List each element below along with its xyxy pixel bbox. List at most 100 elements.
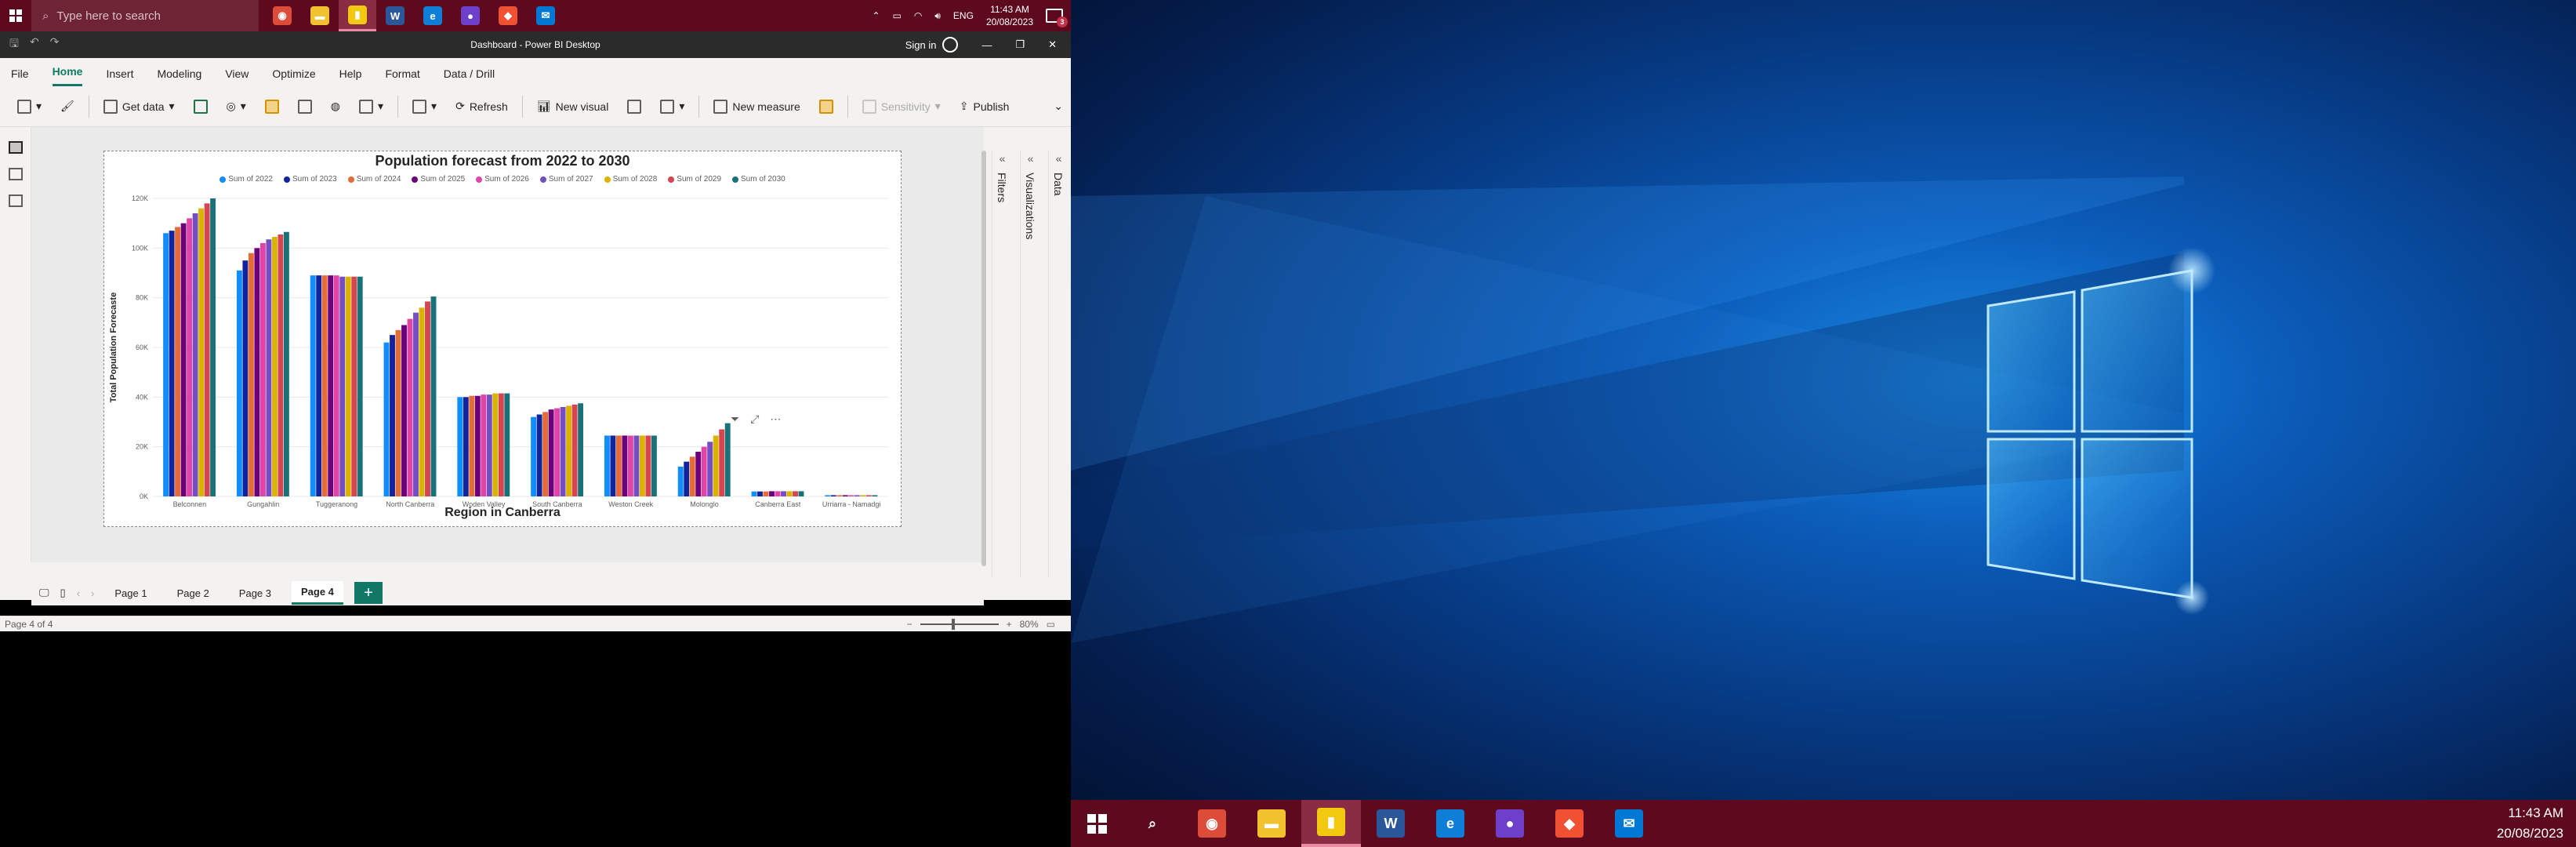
bar[interactable] <box>463 397 469 496</box>
bar[interactable] <box>430 296 437 496</box>
legend-item[interactable]: Sum of 2022 <box>220 175 273 184</box>
bar[interactable] <box>419 307 425 496</box>
bar[interactable] <box>413 312 419 496</box>
bar[interactable] <box>345 276 351 496</box>
clock[interactable]: 11:43 AM 20/08/2023 <box>2497 803 2576 844</box>
bar[interactable] <box>198 208 205 496</box>
bar[interactable] <box>492 393 499 496</box>
menu-data-drill[interactable]: Data / Drill <box>444 67 495 86</box>
restore-icon[interactable]: ❐ <box>1015 38 1025 51</box>
legend-item[interactable]: Sum of 2026 <box>476 175 529 184</box>
quick-measure-button[interactable] <box>815 94 838 119</box>
bar[interactable] <box>724 423 731 496</box>
bar[interactable] <box>786 491 793 496</box>
bar[interactable] <box>757 491 763 496</box>
bar[interactable] <box>481 394 487 496</box>
menu-home[interactable]: Home <box>52 65 83 86</box>
page-tab-1[interactable]: Page 1 <box>105 583 156 604</box>
legend-item[interactable]: Sum of 2027 <box>539 175 593 184</box>
bar[interactable] <box>842 495 848 496</box>
chevron-left-icon[interactable]: « <box>1021 151 1040 165</box>
bar[interactable] <box>259 243 266 496</box>
undo-icon[interactable]: ↶ <box>30 35 39 54</box>
more-options-icon[interactable]: ⋯ <box>770 413 781 426</box>
taskbar-app-chrome[interactable]: ◉ <box>263 0 301 31</box>
publish-button[interactable]: ⇪ Publish <box>955 94 1014 119</box>
recent-sources-button[interactable]: ▾ <box>354 94 388 119</box>
bar[interactable] <box>571 404 578 496</box>
start-button[interactable] <box>0 0 31 31</box>
bar[interactable] <box>383 342 390 496</box>
prev-page-icon[interactable]: ‹ <box>77 587 80 599</box>
bar[interactable] <box>316 275 322 496</box>
bar[interactable] <box>627 435 633 496</box>
collapse-ribbon-icon[interactable]: ⌄ <box>1054 100 1071 113</box>
bar[interactable] <box>236 270 242 496</box>
zoom-in-icon[interactable]: + <box>1007 619 1012 630</box>
bar[interactable] <box>321 275 328 496</box>
taskbar-app-word[interactable]: W <box>376 0 414 31</box>
bar[interactable] <box>865 495 872 496</box>
fit-to-page-icon[interactable]: ▭ <box>1047 619 1055 630</box>
bar[interactable] <box>566 405 572 496</box>
battery-icon[interactable]: ▭ <box>893 10 902 21</box>
menu-help[interactable]: Help <box>339 67 362 86</box>
bar[interactable] <box>180 223 187 496</box>
sensitivity-button[interactable]: Sensitivity ▾ <box>858 94 945 119</box>
bar[interactable] <box>769 491 775 496</box>
taskbar-app-power-bi[interactable]: ▮ <box>339 0 376 31</box>
data-pane[interactable]: « Data <box>1048 151 1068 578</box>
taskbar-app-edge[interactable]: e <box>1420 800 1480 847</box>
legend-item[interactable]: Sum of 2023 <box>283 175 337 184</box>
bar[interactable] <box>283 231 289 496</box>
bar[interactable] <box>689 456 695 496</box>
bar[interactable] <box>192 213 198 496</box>
bar[interactable] <box>684 461 690 496</box>
taskbar-app-chrome[interactable]: ◉ <box>1182 800 1242 847</box>
bar[interactable] <box>798 491 804 496</box>
bar[interactable] <box>554 408 561 496</box>
canvas-scrollbar[interactable] <box>981 151 986 566</box>
bar[interactable] <box>351 276 357 496</box>
text-box-button[interactable] <box>622 94 646 119</box>
table-view-icon[interactable] <box>8 168 23 180</box>
bar[interactable] <box>271 237 278 496</box>
taskbar-search[interactable]: ⌕ Type here to search <box>31 0 259 31</box>
start-button[interactable] <box>1071 800 1123 847</box>
taskbar-app-mail[interactable]: ✉ <box>1599 800 1659 847</box>
desktop-layout-icon[interactable]: 🖵︎ <box>39 587 49 599</box>
bar[interactable] <box>677 467 684 496</box>
bar[interactable] <box>278 234 284 496</box>
zoom-slider[interactable] <box>920 618 999 630</box>
enter-data-button[interactable] <box>293 94 317 119</box>
bar[interactable] <box>651 435 657 496</box>
menu-optimize[interactable]: Optimize <box>272 67 315 86</box>
bar[interactable] <box>175 227 181 496</box>
mobile-layout-icon[interactable]: ▯ <box>60 587 66 599</box>
legend-item[interactable]: Sum of 2029 <box>668 175 721 184</box>
bar[interactable] <box>333 275 339 496</box>
page-tab-3[interactable]: Page 3 <box>230 583 281 604</box>
focus-mode-icon[interactable]: ⤢ <box>750 413 759 426</box>
clock[interactable]: 11:43 AM 20/08/2023 <box>986 3 1033 28</box>
chevron-left-icon[interactable]: « <box>992 151 1012 165</box>
bar[interactable] <box>486 394 492 496</box>
bar[interactable] <box>474 395 481 496</box>
bar[interactable] <box>622 435 628 496</box>
bar[interactable] <box>357 276 363 496</box>
taskbar-app-git[interactable]: ◆ <box>489 0 527 31</box>
bar[interactable] <box>610 435 616 496</box>
report-view-icon[interactable] <box>8 141 23 154</box>
taskbar-app-github[interactable]: ● <box>1480 800 1540 847</box>
taskbar-app-github[interactable]: ● <box>452 0 489 31</box>
bar[interactable] <box>328 275 334 496</box>
bar[interactable] <box>407 318 413 496</box>
bar[interactable] <box>536 414 542 497</box>
transform-data-button[interactable]: ▾ <box>408 94 441 119</box>
volume-icon[interactable]: 🔊︎ <box>934 10 941 22</box>
close-icon[interactable]: ✕ <box>1048 38 1057 51</box>
taskbar-app-file-explorer[interactable]: ▬ <box>301 0 339 31</box>
excel-button[interactable] <box>189 94 212 119</box>
get-data-button[interactable]: Get data ▾ <box>99 94 180 119</box>
bar[interactable] <box>713 435 719 496</box>
